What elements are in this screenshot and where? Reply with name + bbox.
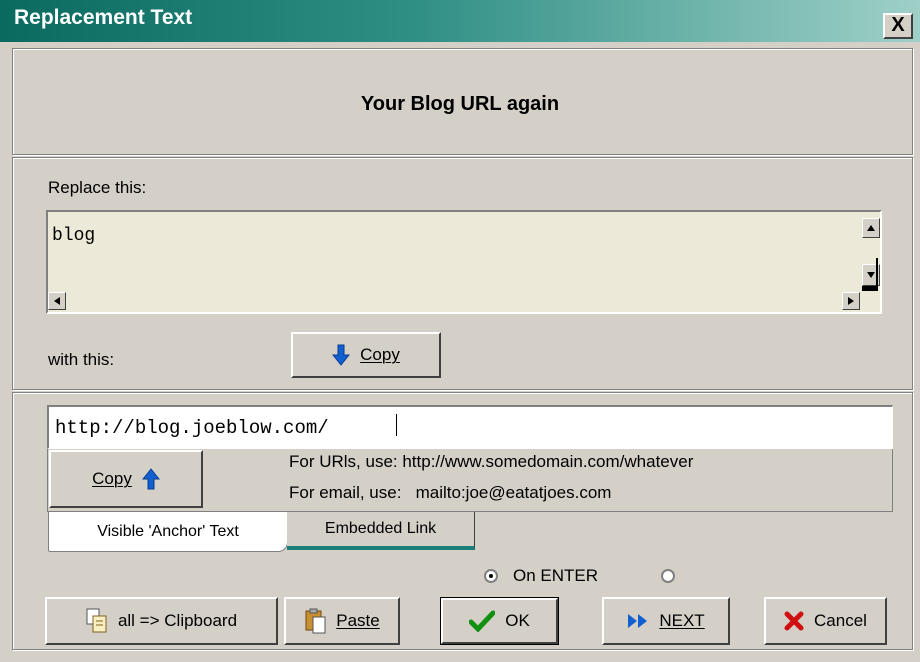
tab-visible-anchor-text[interactable]: Visible 'Anchor' Text <box>48 512 288 552</box>
hint-urls: For URls, use: http://www.somedomain.com… <box>289 452 694 471</box>
tab-embedded-label: Embedded Link <box>324 520 437 537</box>
text-caret <box>395 414 397 437</box>
paste-icon <box>305 608 326 634</box>
copy-up-label: Copy <box>92 469 132 488</box>
window-title: Replacement Text <box>14 6 193 29</box>
arrow-up-icon <box>141 468 160 490</box>
triangle-left-icon <box>54 297 60 305</box>
close-button[interactable]: X <box>883 13 913 39</box>
tab-embedded-link[interactable]: Embedded Link <box>287 512 475 550</box>
with-label: with this: <box>48 350 115 369</box>
on-enter-label: On ENTER <box>513 566 599 585</box>
cancel-button[interactable]: Cancel <box>764 597 887 645</box>
ok-button[interactable]: OK <box>440 597 559 645</box>
hint-email: For email, use: mailto:joe@eatatjoes.com <box>289 483 612 502</box>
ok-label: OK <box>505 611 530 630</box>
scroll-left-button[interactable] <box>48 292 66 310</box>
scroll-up-button[interactable] <box>862 218 880 238</box>
triangle-down-icon <box>867 272 875 278</box>
clipboard-button[interactable]: all => Clipboard <box>45 597 278 645</box>
fast-forward-icon <box>628 614 648 628</box>
cancel-label: Cancel <box>814 611 867 630</box>
other-radio[interactable] <box>661 569 675 583</box>
tab-visible-label: Visible 'Anchor' Text <box>97 522 239 540</box>
checkmark-icon <box>469 610 496 632</box>
clipboard-icon <box>86 608 107 633</box>
url-input[interactable]: http://blog.joeblow.com/ <box>47 405 893 449</box>
triangle-right-icon <box>848 297 854 305</box>
paste-label: Paste <box>336 611 380 630</box>
resize-corner-edge <box>876 258 878 290</box>
copy-up-button[interactable]: Copy <box>49 450 203 508</box>
next-label: NEXT <box>659 611 705 630</box>
scroll-right-button[interactable] <box>842 292 860 310</box>
copy-down-button[interactable]: Copy <box>291 332 441 378</box>
next-button[interactable]: NEXT <box>602 597 730 645</box>
url-value: http://blog.joeblow.com/ <box>55 417 329 439</box>
clipboard-label: all => Clipboard <box>117 611 238 630</box>
replace-label: Replace this: <box>48 178 147 197</box>
copy-down-label: Copy <box>360 345 400 364</box>
dialog-heading: Your Blog URL again <box>360 93 560 115</box>
horizontal-scrollbar[interactable] <box>48 291 862 311</box>
paste-button[interactable]: Paste <box>284 597 400 645</box>
x-icon <box>784 611 804 631</box>
arrow-down-icon <box>332 344 351 366</box>
triangle-up-icon <box>867 225 875 231</box>
replace-value: blog <box>52 226 96 246</box>
on-enter-radio[interactable] <box>484 569 498 583</box>
